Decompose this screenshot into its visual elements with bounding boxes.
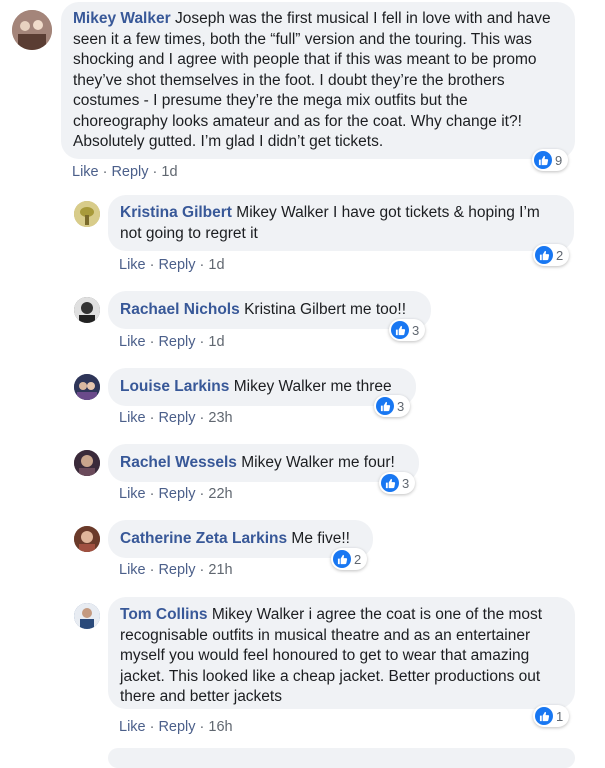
comment-bubble: Rachel Wessels Mikey Walker me four! bbox=[108, 444, 419, 482]
like-link[interactable]: Like bbox=[119, 719, 146, 735]
thumbs-up-icon bbox=[376, 397, 394, 415]
timestamp[interactable]: 23h bbox=[208, 410, 232, 426]
reply-link[interactable]: Reply bbox=[158, 562, 195, 578]
thumbs-up-icon bbox=[381, 474, 399, 492]
timestamp[interactable]: 1d bbox=[161, 164, 177, 180]
reply-link[interactable]: Reply bbox=[158, 334, 195, 350]
timestamp[interactable]: 22h bbox=[208, 486, 232, 502]
reply-link[interactable]: Reply bbox=[158, 719, 195, 735]
timestamp[interactable]: 21h bbox=[208, 562, 232, 578]
comment-actions: Like · Reply · 21h bbox=[119, 562, 233, 578]
timestamp[interactable]: 1d bbox=[208, 257, 224, 273]
reaction-number: 9 bbox=[555, 152, 563, 168]
comment-author[interactable]: Rachel Wessels bbox=[120, 454, 237, 471]
comment-bubble: Tom Collins Mikey Walker i agree the coa… bbox=[108, 597, 575, 709]
reaction-count[interactable]: 2 bbox=[331, 548, 368, 570]
next-comment-bubble-partial bbox=[108, 748, 575, 768]
reaction-count[interactable]: 1 bbox=[533, 705, 570, 727]
comment-text: Mikey Walker me three bbox=[233, 378, 392, 395]
reaction-count[interactable]: 3 bbox=[374, 395, 411, 417]
comment-bubble: Rachael Nichols Kristina Gilbert me too!… bbox=[108, 291, 431, 329]
thumbs-up-icon bbox=[535, 246, 553, 264]
comment-actions: Like · Reply · 23h bbox=[119, 410, 233, 426]
reaction-number: 3 bbox=[402, 475, 410, 491]
comment-actions: Like · Reply · 1d bbox=[119, 334, 225, 350]
comment-actions: Like · Reply · 22h bbox=[119, 486, 233, 502]
reply-link[interactable]: Reply bbox=[158, 410, 195, 426]
like-link[interactable]: Like bbox=[119, 334, 146, 350]
comment-text: Joseph was the first musical I fell in l… bbox=[73, 10, 551, 150]
comment-bubble: Louise Larkins Mikey Walker me three bbox=[108, 368, 416, 406]
reaction-number: 1 bbox=[556, 708, 564, 724]
reaction-count[interactable]: 3 bbox=[379, 472, 416, 494]
like-link[interactable]: Like bbox=[119, 486, 146, 502]
thumbs-up-icon bbox=[535, 707, 553, 725]
reaction-count[interactable]: 2 bbox=[533, 244, 570, 266]
comment-bubble: Mikey Walker Joseph was the first musica… bbox=[61, 2, 575, 159]
comment-author[interactable]: Louise Larkins bbox=[120, 378, 229, 395]
avatar[interactable] bbox=[74, 374, 100, 400]
reaction-number: 2 bbox=[354, 551, 362, 567]
avatar[interactable] bbox=[74, 201, 100, 227]
comment-actions: Like · Reply · 1d bbox=[119, 257, 225, 273]
reply-link[interactable]: Reply bbox=[158, 486, 195, 502]
like-link[interactable]: Like bbox=[119, 562, 146, 578]
like-link[interactable]: Like bbox=[72, 164, 99, 180]
comment-actions: Like · Reply · 1d bbox=[72, 164, 178, 180]
comment-author[interactable]: Catherine Zeta Larkins bbox=[120, 530, 287, 547]
avatar[interactable] bbox=[74, 297, 100, 323]
comment-author[interactable]: Rachael Nichols bbox=[120, 301, 240, 318]
comment-author[interactable]: Tom Collins bbox=[120, 606, 208, 623]
thumbs-up-icon bbox=[391, 321, 409, 339]
reaction-number: 3 bbox=[397, 398, 405, 414]
comment-bubble: Kristina Gilbert Mikey Walker I have got… bbox=[108, 195, 574, 251]
comment-actions: Like · Reply · 16h bbox=[119, 719, 233, 735]
thumbs-up-icon bbox=[333, 550, 351, 568]
like-link[interactable]: Like bbox=[119, 410, 146, 426]
timestamp[interactable]: 1d bbox=[208, 334, 224, 350]
reply-link[interactable]: Reply bbox=[111, 164, 148, 180]
avatar[interactable] bbox=[12, 10, 52, 50]
comment-text: Me five!! bbox=[291, 530, 350, 547]
reaction-number: 2 bbox=[556, 247, 564, 263]
like-link[interactable]: Like bbox=[119, 257, 146, 273]
comment-text: Kristina Gilbert me too!! bbox=[244, 301, 407, 318]
comment-author[interactable]: Mikey Walker bbox=[73, 10, 171, 27]
avatar[interactable] bbox=[74, 603, 100, 629]
reaction-count[interactable]: 9 bbox=[532, 149, 569, 171]
comment-text: Mikey Walker me four! bbox=[241, 454, 395, 471]
reply-link[interactable]: Reply bbox=[158, 257, 195, 273]
timestamp[interactable]: 16h bbox=[208, 719, 232, 735]
reaction-count[interactable]: 3 bbox=[389, 319, 426, 341]
comment-author[interactable]: Kristina Gilbert bbox=[120, 204, 232, 221]
avatar[interactable] bbox=[74, 450, 100, 476]
thumbs-up-icon bbox=[534, 151, 552, 169]
avatar[interactable] bbox=[74, 526, 100, 552]
reaction-number: 3 bbox=[412, 322, 420, 338]
